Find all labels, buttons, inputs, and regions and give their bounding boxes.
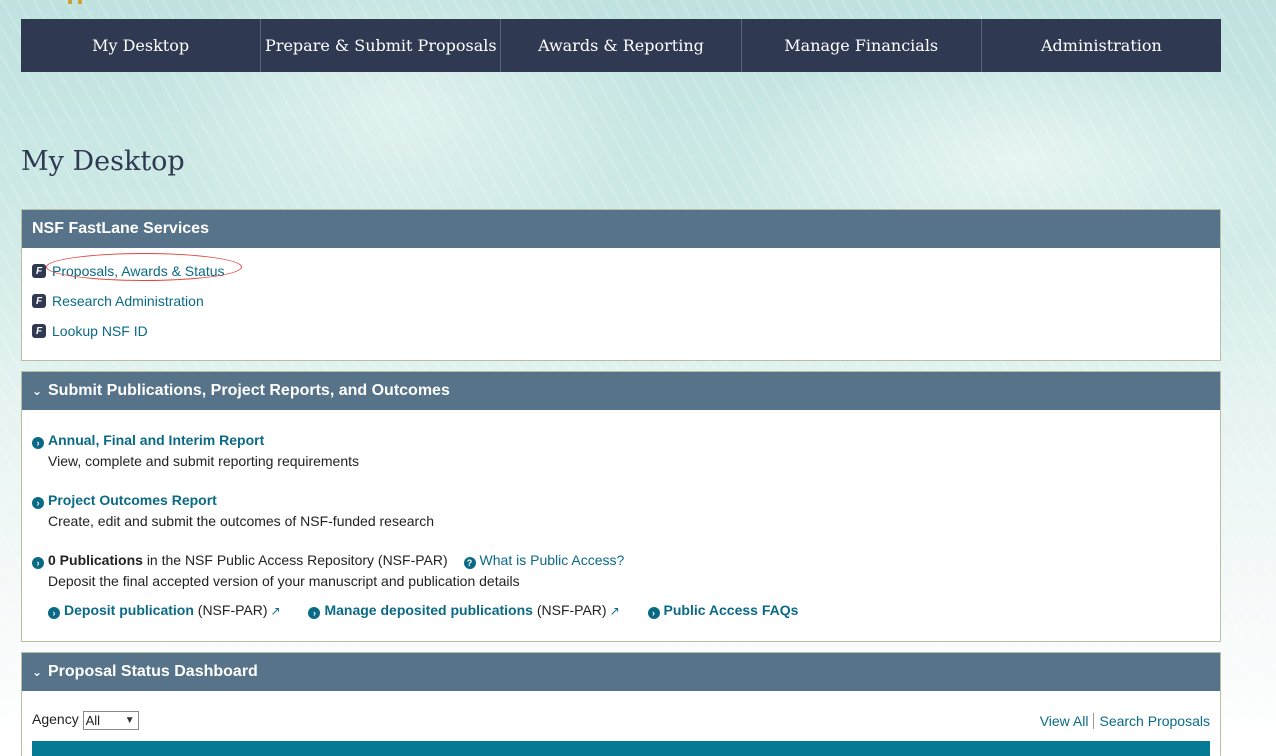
dashboard-table-header (32, 741, 1210, 756)
agency-filter: Agency All ▼ (32, 711, 139, 730)
manage-deposited-publications-link[interactable]: Manage deposited publications (324, 602, 532, 618)
manage-publications-suffix: (NSF-PAR) (536, 602, 607, 618)
chevron-down-icon: ⌄ (32, 665, 43, 679)
fastlane-icon: F (32, 294, 46, 308)
fastlane-icon: F (32, 264, 46, 278)
circle-arrow-icon: › (48, 607, 60, 619)
dashboard-panel-title: Proposal Status Dashboard (48, 663, 258, 680)
nav-my-desktop[interactable]: My Desktop (21, 19, 262, 72)
external-link-icon[interactable]: ↗ (610, 604, 620, 618)
agency-select-value: All (85, 713, 101, 728)
view-all-link[interactable]: View All (1040, 713, 1089, 729)
search-proposals-link[interactable]: Search Proposals (1099, 713, 1210, 729)
public-access-faqs-group: › Public Access FAQs (647, 602, 799, 619)
lookup-nsf-id-link[interactable]: Lookup NSF ID (52, 323, 148, 339)
nav-awards-reporting[interactable]: Awards & Reporting (501, 19, 742, 72)
annual-report-description: View, complete and submit reporting requ… (48, 453, 360, 469)
outcomes-report-block: › Project Outcomes Report Create, edit an… (22, 492, 434, 529)
fastlane-panel-header: NSF FastLane Services (22, 210, 1220, 248)
what-is-public-access-group: ? What is Public Access? (463, 552, 625, 569)
fastlane-services-panel: NSF FastLane Services F Proposals, Award… (21, 209, 1221, 361)
deposit-publication-suffix: (NSF-PAR) (197, 602, 268, 618)
proposal-dashboard-panel: ⌄ Proposal Status Dashboard Agency All ▼… (21, 652, 1221, 756)
proposals-awards-status-link[interactable]: Proposals, Awards & Status (52, 263, 225, 279)
circle-arrow-icon: › (32, 497, 44, 509)
annual-report-link[interactable]: Annual, Final and Interim Report (48, 432, 264, 448)
publications-panel-header[interactable]: ⌄ Submit Publications, Project Reports, … (22, 372, 1220, 410)
fastlane-list: F Proposals, Awards & Status F Research … (22, 248, 1220, 348)
circle-arrow-icon: › (308, 607, 321, 619)
fastlane-item-lookup-id: F Lookup NSF ID (32, 314, 1210, 348)
public-access-faqs-link[interactable]: Public Access FAQs (664, 602, 799, 618)
top-navigation: My Desktop Prepare & Submit Proposals Aw… (21, 19, 1221, 72)
public-access-block: › 0 Publications in the NSF Public Access… (22, 552, 1202, 619)
fastlane-item-proposals: F Proposals, Awards & Status (32, 253, 1210, 288)
page-title: My Desktop (21, 146, 185, 177)
deposit-publication-link[interactable]: Deposit publication (64, 602, 194, 618)
deposit-publication-group: › Deposit publication (NSF-PAR) ↗ (48, 602, 284, 619)
outcomes-report-description: Create, edit and submit the outcomes of … (48, 513, 434, 529)
publications-count: 0 Publications (48, 552, 143, 568)
circle-arrow-icon: › (647, 607, 660, 619)
dashboard-panel-header[interactable]: ⌄ Proposal Status Dashboard (22, 653, 1220, 691)
fastlane-item-research-admin: F Research Administration (32, 284, 1210, 318)
publications-panel: ⌄ Submit Publications, Project Reports, … (21, 371, 1221, 642)
dashboard-links: View All Search Proposals (1040, 713, 1210, 729)
agency-select[interactable]: All ▼ (82, 711, 139, 730)
circle-arrow-icon: › (32, 437, 44, 449)
project-outcomes-report-link[interactable]: Project Outcomes Report (48, 492, 217, 508)
fastlane-icon: F (32, 324, 46, 338)
nav-prepare-submit-proposals[interactable]: Prepare & Submit Proposals (261, 19, 502, 72)
link-divider (1093, 713, 1095, 729)
chevron-down-icon: ▼ (124, 715, 135, 726)
what-is-public-access-link[interactable]: What is Public Access? (480, 552, 625, 568)
nav-manage-financials[interactable]: Manage Financials (742, 19, 982, 72)
annual-report-block: › Annual, Final and Interim Report View, … (22, 432, 359, 469)
research-administration-link[interactable]: Research Administration (52, 293, 204, 309)
publications-panel-title: Submit Publications, Project Reports, an… (48, 382, 450, 399)
manage-publications-group: › Manage deposited publications (NSF-PAR)… (308, 602, 623, 619)
circle-arrow-icon: › (32, 557, 44, 569)
public-access-actions: › Deposit publication (NSF-PAR) ↗ › Manage … (32, 602, 1202, 619)
public-access-description: Deposit the final accepted version of yo… (48, 573, 520, 589)
publications-repository-text: in the NSF Public Access Repository (NSF… (146, 552, 448, 568)
question-circle-icon: ? (463, 557, 476, 569)
logo-fragment (42, 0, 82, 4)
chevron-down-icon: ⌄ (32, 384, 43, 398)
agency-label: Agency (32, 711, 79, 728)
nav-administration[interactable]: Administration (982, 19, 1221, 72)
external-link-icon[interactable]: ↗ (271, 604, 281, 618)
